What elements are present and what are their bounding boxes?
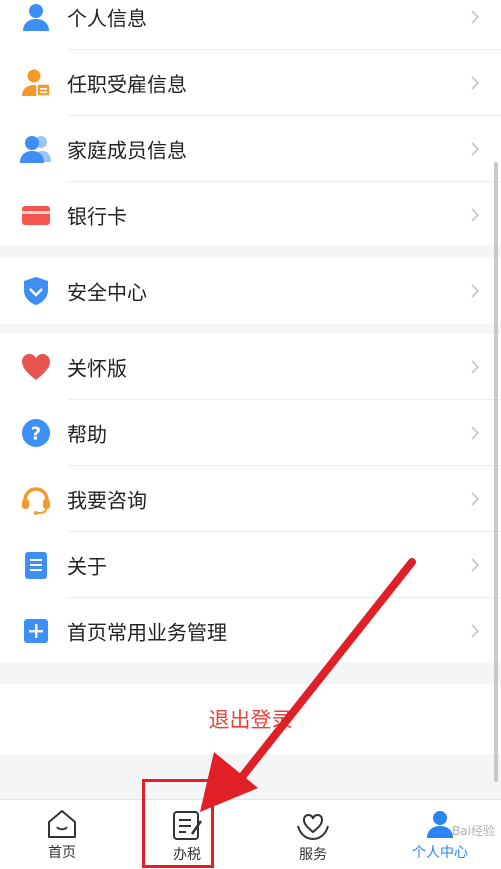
menu-item-employment-info[interactable]: 任职受雇信息 <box>0 50 501 116</box>
person-icon <box>23 4 49 31</box>
chevron-right-icon <box>471 284 480 298</box>
menu-item-label: 安全中心 <box>67 280 147 305</box>
employment-icon <box>22 69 51 97</box>
menu-item-help[interactable]: ? 帮助 <box>0 400 501 466</box>
menu-group-support: 关怀版 ? 帮助 我要咨询 关于 首页常用业务管理 <box>0 334 501 663</box>
chevron-right-icon <box>471 10 480 24</box>
menu-item-label: 帮助 <box>67 422 107 447</box>
menu-item-family-info[interactable]: 家庭成员信息 <box>0 116 501 182</box>
annotation-highlight-box <box>142 779 214 868</box>
chevron-right-icon <box>471 208 480 222</box>
menu-item-homepage-business[interactable]: 首页常用业务管理 <box>0 598 501 664</box>
menu-item-security-center[interactable]: 安全中心 <box>0 258 501 324</box>
scrollbar[interactable] <box>494 162 498 782</box>
chevron-right-icon <box>471 426 480 440</box>
menu-item-about[interactable]: 关于 <box>0 532 501 598</box>
menu-item-label: 个人信息 <box>67 6 147 31</box>
menu-group-personal: 个人信息 任职受雇信息 家庭成员信息 银行卡 <box>0 0 501 245</box>
menu-item-personal-info[interactable]: 个人信息 <box>0 0 501 50</box>
home-icon <box>48 810 76 838</box>
menu-item-label: 银行卡 <box>67 204 127 229</box>
document-icon <box>25 552 47 579</box>
tab-service[interactable]: 服务 <box>268 800 358 869</box>
chevron-right-icon <box>471 624 480 638</box>
watermark: Bai经验 <box>452 824 495 838</box>
tab-label: 服务 <box>299 847 327 863</box>
svg-text:?: ? <box>31 424 41 445</box>
chevron-right-icon <box>471 492 480 506</box>
service-heart-icon <box>297 813 329 841</box>
plus-square-icon <box>24 619 48 643</box>
menu-item-care-version[interactable]: 关怀版 <box>0 334 501 400</box>
help-icon: ? <box>22 419 50 447</box>
family-icon <box>20 136 51 163</box>
menu-item-bank-card[interactable]: 银行卡 <box>0 182 501 248</box>
menu-item-label: 首页常用业务管理 <box>67 620 227 645</box>
menu-item-consult[interactable]: 我要咨询 <box>0 466 501 532</box>
chevron-right-icon <box>471 360 480 374</box>
menu-item-label: 关于 <box>67 554 107 579</box>
tab-label: 个人中心 <box>412 845 468 861</box>
tab-home[interactable]: 首页 <box>17 800 107 869</box>
logout-label: 退出登录 <box>208 708 293 732</box>
heart-icon <box>22 354 50 380</box>
chevron-right-icon <box>471 76 480 90</box>
bottom-tab-bar: 首页 办税 服务 个人中心 <box>0 799 501 869</box>
shield-icon <box>24 277 48 305</box>
chevron-right-icon <box>471 142 480 156</box>
menu-item-label: 任职受雇信息 <box>67 72 187 97</box>
bank-card-icon <box>22 206 50 225</box>
headset-icon <box>22 487 50 515</box>
tab-label: 首页 <box>48 845 76 861</box>
menu-item-label: 家庭成员信息 <box>67 138 187 163</box>
menu-group-security: 安全中心 <box>0 258 501 324</box>
menu-item-label: 关怀版 <box>67 356 127 381</box>
logout-button[interactable]: 退出登录 <box>0 684 501 754</box>
menu-item-label: 我要咨询 <box>67 488 147 513</box>
chevron-right-icon <box>471 558 480 572</box>
